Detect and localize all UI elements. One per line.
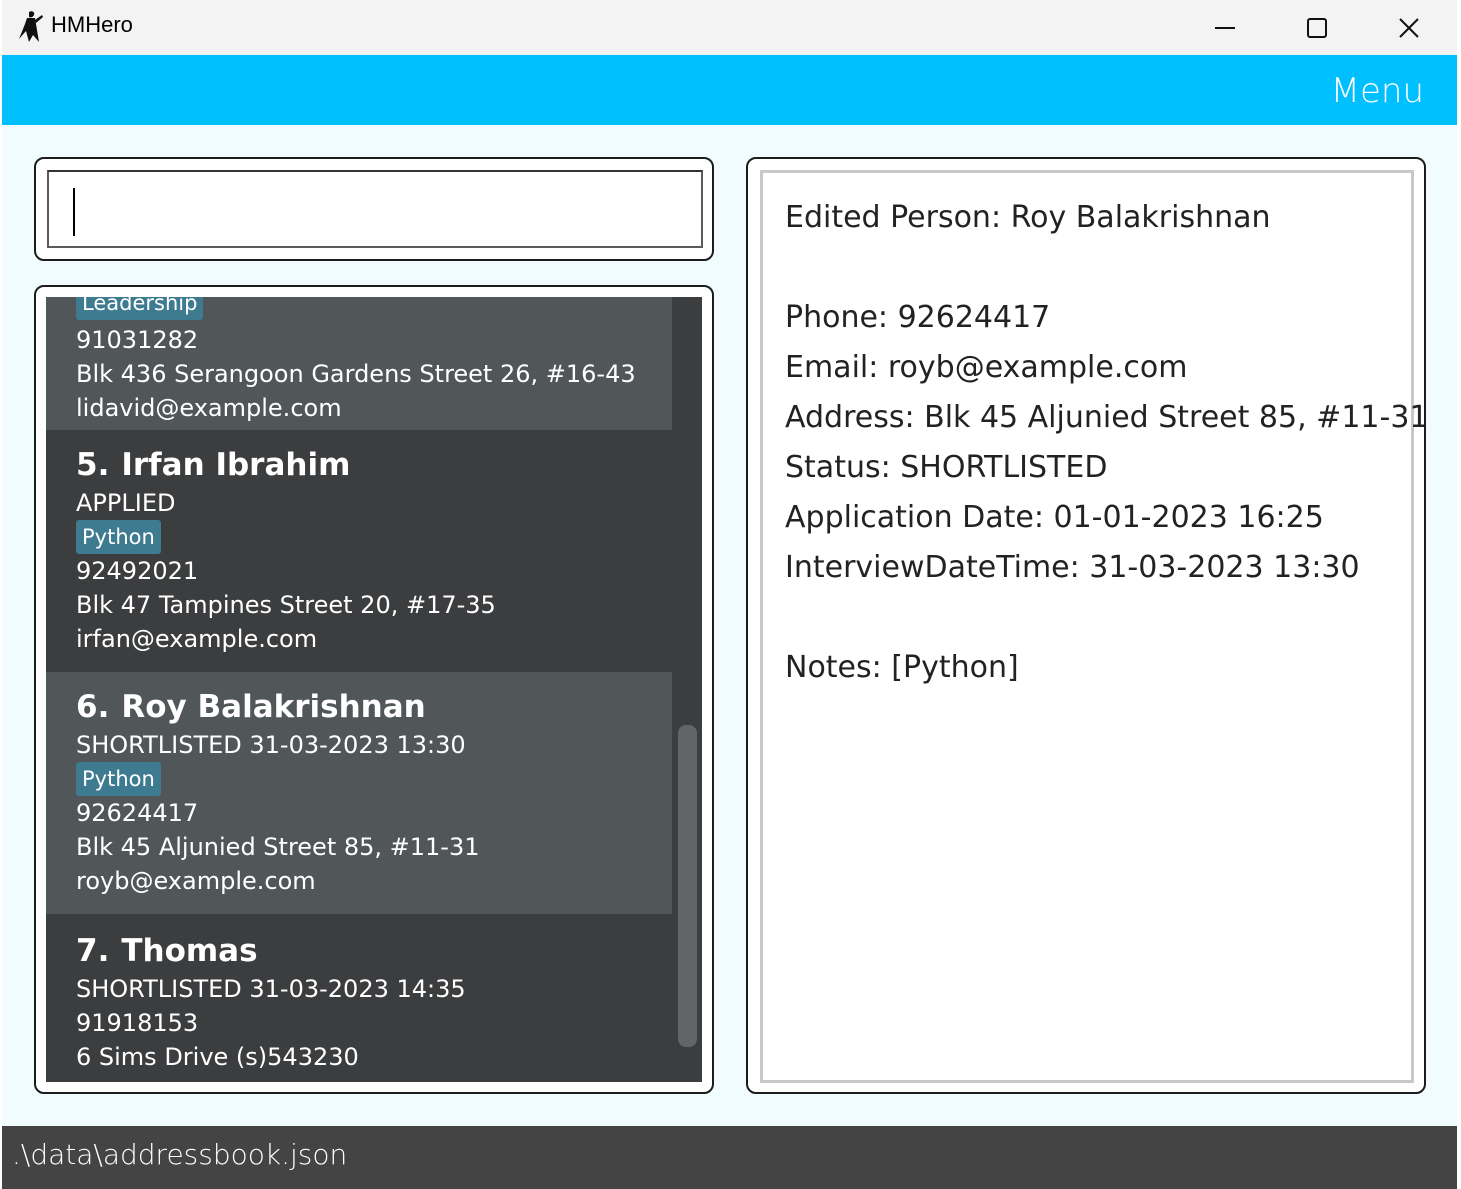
result-line: Notes: [Python]	[785, 650, 1019, 685]
person-status: SHORTLISTED 31-03-2023 14:35	[76, 975, 466, 1003]
menu-button[interactable]: Menu	[1331, 71, 1424, 111]
close-button[interactable]	[1363, 0, 1455, 55]
result-line	[785, 243, 1411, 293]
person-address: 6 Sims Drive (s)543230	[76, 1043, 359, 1071]
result-line: InterviewDateTime: 31-03-2023 13:30	[785, 550, 1360, 585]
result-line	[785, 593, 1411, 643]
person-name-row: 7. Thomas	[76, 930, 672, 972]
menu-bar: Menu	[2, 55, 1457, 125]
result-line: Phone: 92624417	[785, 300, 1051, 335]
list-scrollbar[interactable]	[673, 297, 702, 1082]
maximize-icon	[1307, 17, 1327, 38]
result-line: Address: Blk 45 Aljunied Street 85, #11-…	[785, 400, 1429, 435]
close-icon	[1399, 17, 1419, 38]
result-display-panel: Edited Person: Roy Balakrishnan Phone: 9…	[746, 157, 1429, 1094]
tag-badge: Python	[76, 520, 161, 554]
save-location-path: .\data\addressbook.json	[12, 1138, 348, 1171]
person-email: lidavid@example.com	[76, 394, 342, 422]
tag-badge: Leadership	[76, 297, 204, 320]
person-phone: 91918153	[76, 1009, 199, 1037]
person-name: Irfan Ibrahim	[121, 447, 351, 483]
title-bar: HMHero	[2, 0, 1457, 55]
result-display[interactable]: Edited Person: Roy Balakrishnan Phone: 9…	[760, 170, 1429, 1083]
person-list-panel: Leadership 91031282 Blk 436 Serangoon Ga…	[34, 285, 714, 1094]
minimize-button[interactable]	[1179, 0, 1271, 55]
person-index: 7.	[76, 933, 110, 969]
person-address: Blk 45 Aljunied Street 85, #11-31	[76, 833, 480, 861]
minimize-icon	[1215, 26, 1235, 29]
result-line: Application Date: 01-01-2023 16:25	[785, 500, 1324, 535]
person-phone: 92624417	[76, 799, 199, 827]
person-name-row: 5. Irfan Ibrahim	[76, 444, 672, 486]
person-phone: 92492021	[76, 557, 199, 585]
person-card[interactable]: 5. Irfan Ibrahim APPLIED Python 92492021 …	[46, 430, 672, 672]
person-phone: 91031282	[76, 326, 199, 354]
person-card[interactable]: Leadership 91031282 Blk 436 Serangoon Ga…	[46, 297, 672, 430]
person-index: 6.	[76, 689, 110, 725]
status-bar: .\data\addressbook.json	[2, 1126, 1457, 1189]
person-status: SHORTLISTED 31-03-2023 13:30	[76, 731, 466, 759]
text-caret	[73, 188, 75, 236]
person-email: irfan@example.com	[76, 625, 318, 653]
person-address: Blk 47 Tampines Street 20, #17-35	[76, 591, 496, 619]
person-name: Thomas	[121, 933, 258, 969]
person-address: Blk 436 Serangoon Gardens Street 26, #16…	[76, 360, 636, 388]
command-box-panel	[34, 157, 714, 261]
scrollbar-thumb[interactable]	[678, 725, 697, 1047]
person-name: Roy Balakrishnan	[121, 689, 426, 725]
result-line: Status: SHORTLISTED	[785, 450, 1108, 485]
person-card-selected[interactable]: 6. Roy Balakrishnan SHORTLISTED 31-03-202…	[46, 672, 672, 914]
hero-logo-icon	[19, 11, 43, 42]
person-status: APPLIED	[76, 489, 176, 517]
tag-badge: Python	[76, 762, 161, 796]
person-card[interactable]: 7. Thomas SHORTLISTED 31-03-2023 14:35 91…	[46, 914, 672, 1082]
person-email: royb@example.com	[76, 867, 316, 895]
result-line: Email: royb@example.com	[785, 350, 1188, 385]
window-title: HMHero	[51, 12, 133, 37]
person-list[interactable]: Leadership 91031282 Blk 436 Serangoon Ga…	[46, 297, 702, 1082]
person-name-row: 6. Roy Balakrishnan	[76, 686, 672, 728]
result-line: Edited Person: Roy Balakrishnan	[785, 200, 1271, 235]
person-index: 5.	[76, 447, 110, 483]
app-window: HMHero Menu Leadership 91031282 Blk 436 …	[2, 0, 1457, 1189]
command-input[interactable]	[47, 170, 703, 248]
maximize-button[interactable]	[1271, 0, 1363, 55]
